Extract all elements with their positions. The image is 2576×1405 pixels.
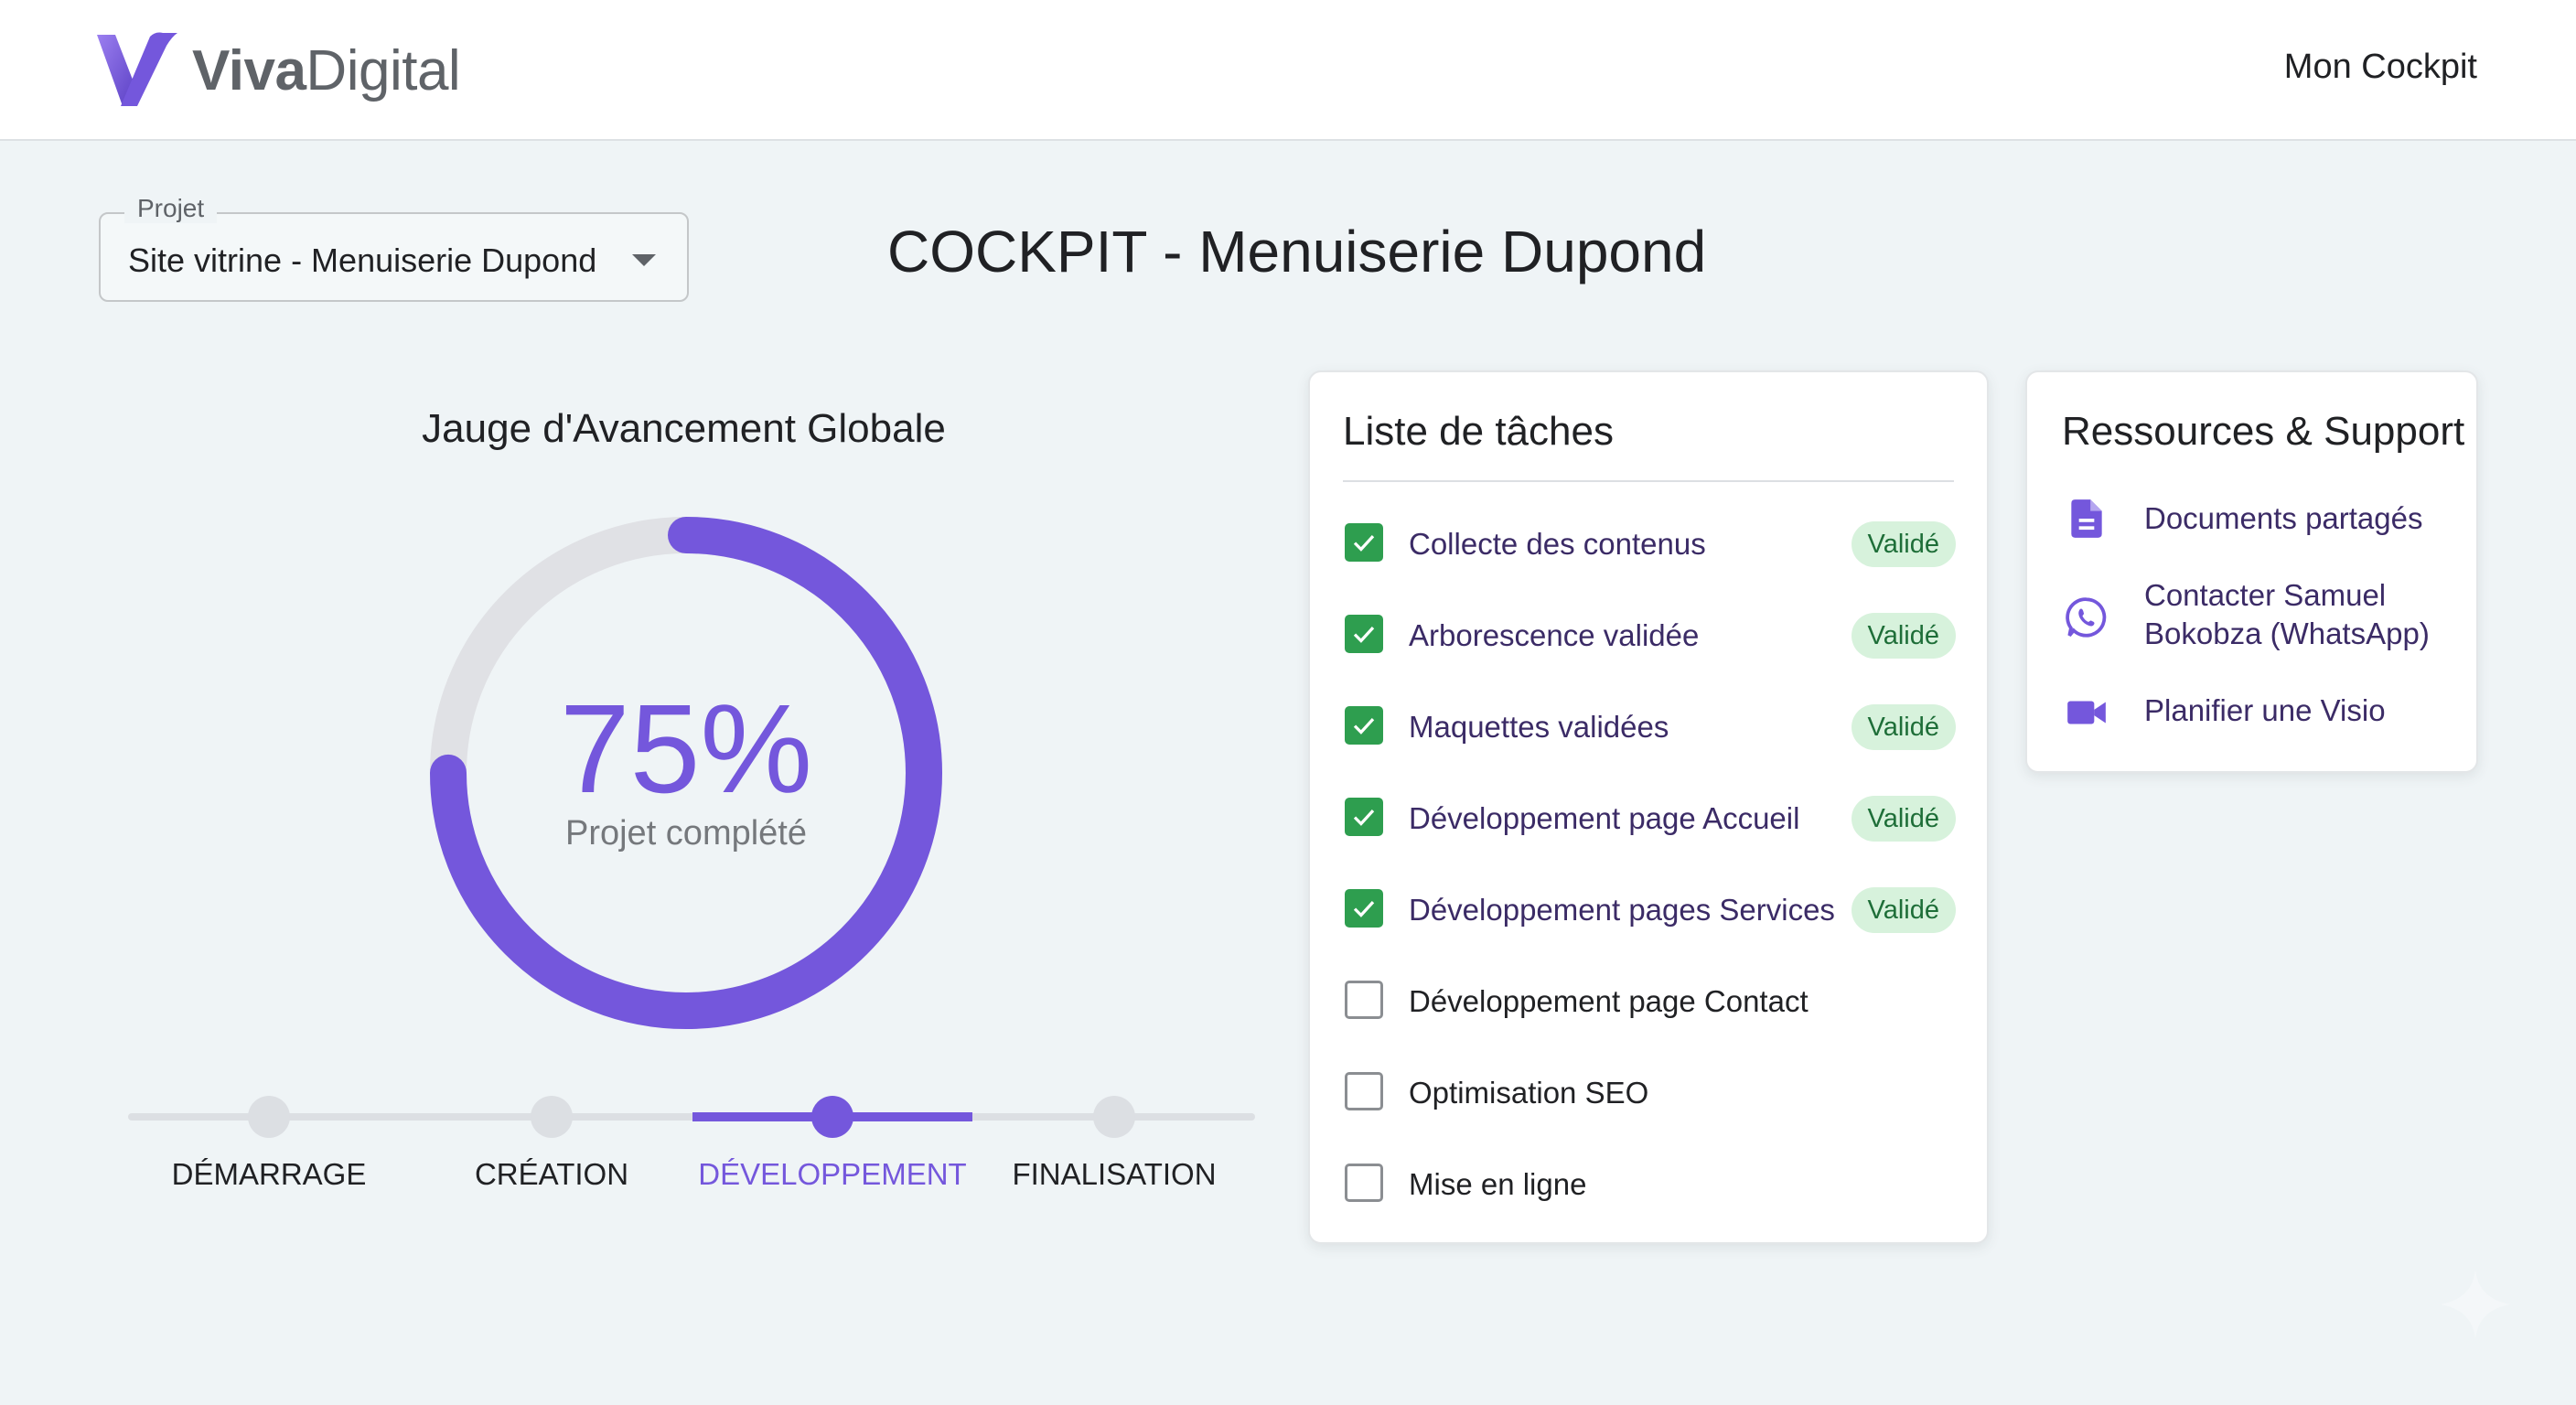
task-list-card: Liste de tâches Collecte des contenus Va… [1308, 370, 1989, 1244]
task-label: Mise en ligne [1409, 1167, 1587, 1201]
project-select[interactable]: Projet Site vitrine - Menuiserie Dupond [99, 194, 689, 302]
status-badge: Validé [1851, 887, 1956, 933]
checkbox-checked[interactable] [1345, 798, 1383, 836]
project-select-label: Projet [124, 194, 218, 223]
task-label: Arborescence validée [1409, 618, 1700, 652]
whatsapp-icon [2066, 597, 2107, 638]
checkbox-unchecked[interactable] [1345, 1072, 1383, 1110]
divider [1343, 480, 1954, 482]
gauge-percentage: 75% [559, 679, 813, 820]
task-label: Optimisation SEO [1409, 1076, 1649, 1110]
task-label: Collecte des contenus [1409, 527, 1706, 561]
link-contacter-whatsapp[interactable]: Contacter Samuel Bokobza (WhatsApp) [2064, 576, 2448, 659]
task-row[interactable]: Développement page Accueil Validé [1345, 788, 1956, 843]
status-badge: Validé [1851, 521, 1956, 567]
checkbox-unchecked[interactable] [1345, 981, 1383, 1019]
status-badge: Validé [1851, 704, 1956, 750]
project-select-value: Site vitrine - Menuiserie Dupond [128, 241, 597, 279]
task-row[interactable]: Optimisation SEO [1345, 1063, 1956, 1118]
check-icon [1353, 901, 1375, 917]
resource-label-line2: Bokobza (WhatsApp) [2144, 617, 2430, 650]
check-icon [1353, 718, 1375, 735]
chevron-down-icon [632, 254, 656, 266]
stepper-track [128, 1113, 1255, 1121]
sparkle-icon [2441, 1270, 2510, 1339]
task-label: Développement page Accueil [1409, 801, 1800, 835]
step-label-finalisation[interactable]: FINALISATION [977, 1157, 1251, 1192]
document-icon [2071, 499, 2102, 538]
video-camera-icon [2067, 701, 2106, 724]
checkbox-unchecked[interactable] [1345, 1164, 1383, 1202]
status-badge: Validé [1851, 796, 1956, 842]
task-label: Maquettes validées [1409, 710, 1669, 744]
check-icon [1353, 810, 1375, 826]
nav-mon-cockpit[interactable]: Mon Cockpit [2284, 48, 2477, 87]
step-dot-demarrage[interactable] [248, 1096, 290, 1138]
check-icon [1353, 535, 1375, 552]
resources-card: Ressources & Support Documents partagés … [2025, 370, 2478, 773]
checkbox-checked[interactable] [1345, 615, 1383, 653]
gauge-title: Jauge d'Avancement Globale [422, 406, 946, 451]
task-row[interactable]: Mise en ligne [1345, 1154, 1956, 1209]
link-documents-partages[interactable]: Documents partagés [2064, 496, 2448, 547]
checkbox-checked[interactable] [1345, 889, 1383, 928]
page-title: COCKPIT - Menuiserie Dupond [887, 219, 1707, 284]
check-icon [1353, 627, 1375, 643]
checkbox-checked[interactable] [1345, 523, 1383, 562]
resource-label: Documents partagés [2144, 501, 2423, 535]
link-planifier-visio[interactable]: Planifier une Visio [2064, 688, 2448, 739]
task-label: Développement pages Services [1409, 893, 1835, 927]
brand-name: VivaDigital [192, 38, 461, 102]
task-row[interactable]: Maquettes validées Validé [1345, 697, 1956, 752]
resources-title: Ressources & Support [2062, 409, 2465, 454]
task-list-title: Liste de tâches [1343, 409, 1614, 454]
step-dot-developpement[interactable] [811, 1096, 853, 1138]
task-row[interactable]: Développement page Contact [1345, 971, 1956, 1026]
task-row[interactable]: Arborescence validée Validé [1345, 606, 1956, 660]
gauge-subtitle: Projet complété [564, 814, 807, 853]
resource-label: Contacter Samuel [2144, 578, 2387, 612]
brand-logo[interactable]: VivaDigital [95, 31, 461, 110]
task-row[interactable]: Collecte des contenus Validé [1345, 514, 1956, 569]
step-label-creation[interactable]: CRÉATION [414, 1157, 689, 1192]
step-label-demarrage[interactable]: DÉMARRAGE [132, 1157, 406, 1192]
step-dot-creation[interactable] [531, 1096, 573, 1138]
step-dot-finalisation[interactable] [1093, 1096, 1135, 1138]
checkbox-checked[interactable] [1345, 706, 1383, 745]
task-label: Développement page Contact [1409, 984, 1809, 1018]
status-badge: Validé [1851, 613, 1956, 659]
step-label-developpement[interactable]: DÉVELOPPEMENT [695, 1157, 970, 1192]
resource-label: Planifier une Visio [2144, 693, 2386, 727]
viva-v-logo-icon [97, 32, 177, 106]
top-header: VivaDigital Mon Cockpit [0, 0, 2576, 141]
task-row[interactable]: Développement pages Services Validé [1345, 880, 1956, 935]
